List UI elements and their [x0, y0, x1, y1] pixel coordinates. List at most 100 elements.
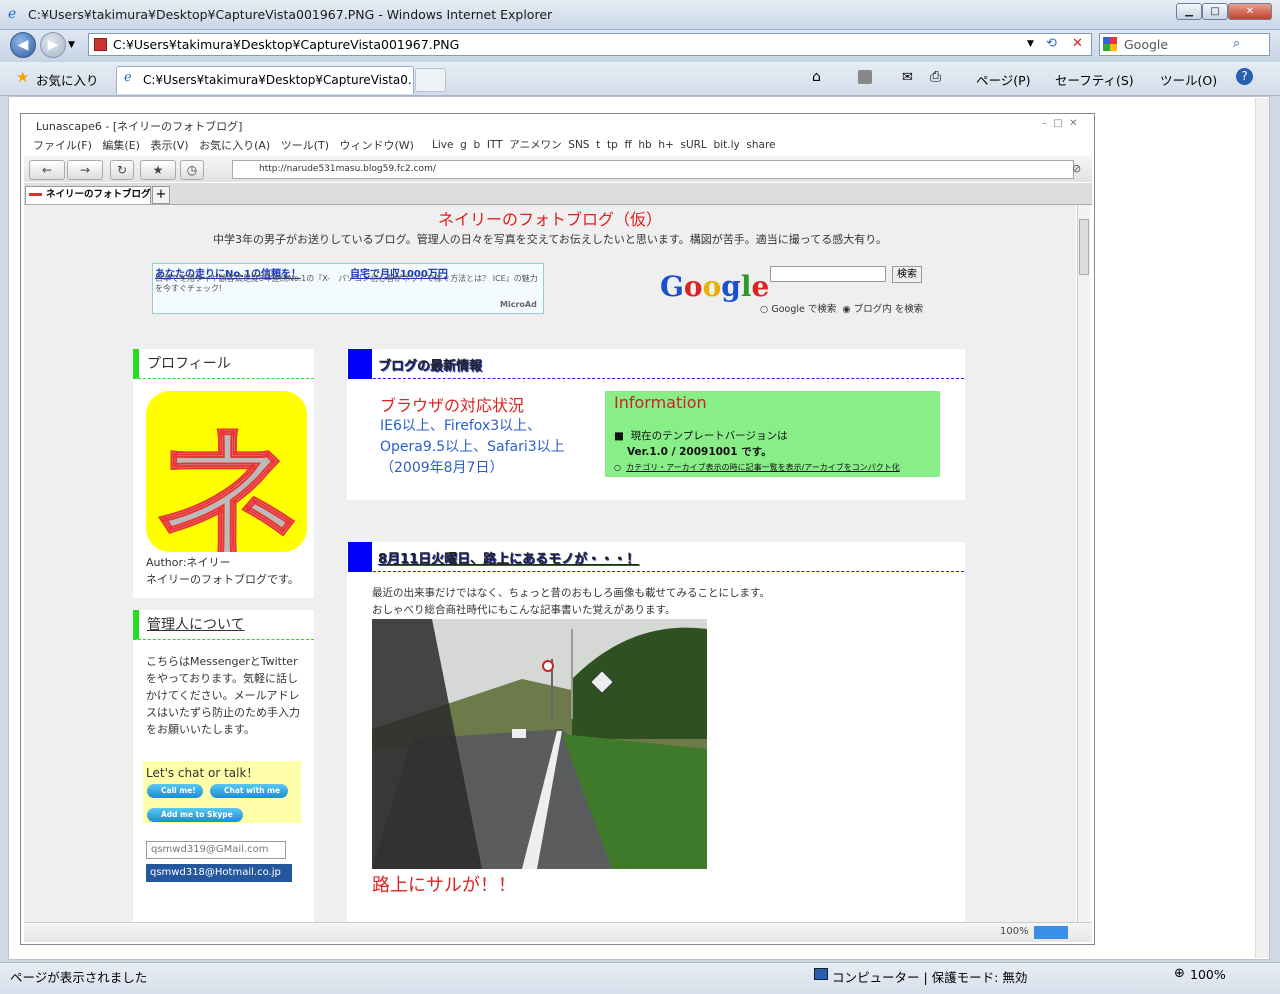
author-description: ネイリーのフォトブログです。	[146, 573, 299, 586]
tab-ie-icon: ℯ	[124, 70, 132, 85]
information-link-line: ○ カテゴリ・アーカイブ表示の時に記事一覧を表示/アーカイブをコンパクト化	[614, 463, 900, 472]
security-zone: コンピューター | 保護モード: 無効	[832, 970, 1028, 985]
address-dropdown-icon[interactable]: ▼	[1027, 39, 1034, 49]
luna-tab: ネイリーのフォトブログ	[25, 186, 151, 204]
information-version: Ver.1.0 / 20091001 です。	[627, 446, 772, 458]
refresh-icon[interactable]: ⟲	[1046, 36, 1057, 51]
profile-avatar-char: ネ	[150, 413, 302, 552]
luna-link: Live	[432, 139, 454, 151]
zoom-icon[interactable]: ⊕	[1174, 966, 1185, 981]
search-input[interactable]: Google	[1099, 33, 1270, 56]
luna-link: ITT	[486, 139, 503, 151]
back-button[interactable]: ◀	[10, 32, 36, 58]
luna-url-bar: http://narude531masu.blog59.fc2.com/	[232, 160, 1074, 179]
luna-menu-file: ファイル(F)	[33, 139, 92, 152]
luna-link: g	[460, 139, 467, 151]
profile-avatar: ネ	[146, 391, 307, 552]
luna-back-icon: ←	[29, 160, 65, 180]
latest-info-heading: ブログの最新情報	[348, 349, 964, 379]
luna-vertical-scrollbar	[1077, 205, 1090, 922]
new-tab-button[interactable]	[415, 68, 446, 92]
search-option-google: Google で検索	[771, 304, 837, 315]
radio-google-icon: ○	[760, 304, 769, 315]
post-paragraph: 最近の出来事だけではなく、ちょっと昔のおもしろ画像も載せてみることにします。	[372, 587, 770, 599]
search-option-blog: ブログ内 を検索	[853, 304, 924, 315]
skype-add-button: Add me to Skype	[147, 808, 243, 822]
skype-chat-button: Chat with me	[210, 784, 288, 798]
information-line: ■ 現在のテンプレートバージョンは	[614, 430, 788, 442]
help-icon[interactable]: ?	[1236, 68, 1253, 85]
luna-forward-icon: →	[67, 160, 103, 180]
computer-zone-icon	[814, 968, 828, 980]
gmail-address: qsmwd319@GMail.com	[146, 841, 286, 859]
minimize-button[interactable]: ▁	[1176, 3, 1202, 20]
maximize-button[interactable]: □	[1202, 3, 1228, 20]
feeds-icon[interactable]	[858, 70, 872, 84]
window-title: C:¥Users¥takimura¥Desktop¥CaptureVista00…	[28, 7, 553, 22]
blog-search-options: ○ Google で検索 ◉ ブログ内 を検索	[760, 301, 923, 315]
post-paragraph: おしゃべり総合商社時代にもこんな記事書いた覚えがあります。	[372, 604, 676, 616]
skype-call-button: Call me!	[147, 784, 203, 798]
forward-button[interactable]: ▶	[40, 32, 66, 58]
page-menu[interactable]: ページ(P)	[976, 70, 1031, 89]
stop-icon[interactable]: ✕	[1072, 36, 1083, 51]
close-button[interactable]: ✕	[1228, 3, 1272, 20]
luna-link: SNS	[568, 139, 590, 151]
luna-window-controls: – □ ✕	[1042, 118, 1078, 129]
profile-author: Author:ネイリー ネイリーのフォトブログです。	[146, 554, 299, 588]
luna-menu-bar: ファイル(F) 編集(E) 表示(V) お気に入り(A) ツール(T) ウィンド…	[33, 137, 414, 153]
luna-link: sURL	[680, 139, 707, 151]
luna-zoom-bar	[1034, 926, 1068, 939]
post-caption: 路上にサルが！！	[372, 875, 516, 896]
post-text: 最近の出来事だけではなく、ちょっと昔のおもしろ画像も載せてみることにします。 お…	[372, 585, 770, 619]
luna-stop-icon: ⊘	[1072, 162, 1082, 175]
latest-info-title: ブログの最新情報	[378, 359, 483, 374]
luna-menu-window: ウィンドウ(W)	[339, 139, 414, 152]
print-icon[interactable]: ⎙	[930, 69, 941, 85]
ad-brand: MicroAd	[500, 300, 537, 309]
ie-vertical-scrollbar[interactable]	[1255, 98, 1269, 958]
favorites-star-icon[interactable]: ★	[16, 68, 29, 86]
luna-menu-view: 表示(V)	[150, 139, 189, 152]
road-photo	[372, 619, 707, 869]
luna-window-title: Lunascape6 - [ネイリーのフォトブログ]	[36, 120, 243, 133]
blog-search-input	[770, 266, 886, 282]
post-title: 8月11日火曜日、路上にあるモノが・・・！	[378, 552, 640, 567]
luna-tab-favicon-icon	[29, 193, 42, 196]
luna-status-zoom: 100%	[1000, 926, 1029, 937]
luna-tabbar	[24, 183, 1092, 205]
luna-link: t	[596, 139, 601, 151]
luna-new-tab-icon: +	[152, 186, 170, 204]
recent-pages-dropdown-icon[interactable]: ▼	[68, 40, 75, 50]
luna-favorite-icon: ★	[140, 160, 176, 180]
search-icon[interactable]: ⌕	[1233, 36, 1240, 51]
browser-support-text: IE6以上、Firefox3以上、Opera9.5以上、Safari3以上 （2…	[380, 418, 565, 476]
about-admin-text: こちらはMessengerとTwitterをやっております。気軽に話しかけてくだ…	[146, 655, 300, 736]
profile-heading: プロフィール	[133, 349, 314, 379]
chat-title: Let's chat or talk！	[146, 766, 259, 780]
address-bar[interactable]: C:¥Users¥takimura¥Desktop¥CaptureVista00…	[88, 33, 1092, 56]
tools-menu[interactable]: ツール(O)	[1160, 70, 1217, 89]
google-logo: Google	[660, 270, 770, 303]
ie-tab[interactable]: C:¥Users¥takimura¥Desktop¥CaptureVista0.…	[116, 66, 414, 94]
google-favicon-icon	[1103, 37, 1117, 51]
mail-icon[interactable]: ✉	[902, 70, 913, 85]
luna-menu-tools: ツール(T)	[280, 139, 329, 152]
safety-menu[interactable]: セーフティ(S)	[1055, 70, 1134, 89]
luna-link: ff	[624, 139, 632, 151]
radio-blog-icon: ◉	[842, 304, 851, 315]
information-link: カテゴリ・アーカイブ表示の時に記事一覧を表示/アーカイブをコンパクト化	[626, 463, 900, 472]
ad-text: 日本で冬用タイヤ顧客満足度8年連続No.1の『X- パソコン初心者がネットで稼ぐ…	[155, 274, 538, 293]
post-heading: 8月11日火曜日、路上にあるモノが・・・！	[348, 542, 964, 572]
luna-link: hb	[638, 139, 652, 151]
home-icon[interactable]: ⌂	[812, 69, 821, 85]
information-title: Information	[614, 393, 707, 412]
author-name: Author:ネイリー	[146, 556, 231, 569]
luna-refresh-icon: ↻	[110, 160, 134, 180]
hotmail-address: qsmwd318@Hotmail.co.jp	[146, 864, 292, 882]
page-file-icon	[94, 38, 107, 51]
luna-link: tp	[606, 139, 618, 151]
favorites-button[interactable]: お気に入り	[36, 70, 99, 89]
luna-statusbar	[24, 922, 1092, 942]
zoom-level[interactable]: 100%	[1190, 967, 1226, 982]
